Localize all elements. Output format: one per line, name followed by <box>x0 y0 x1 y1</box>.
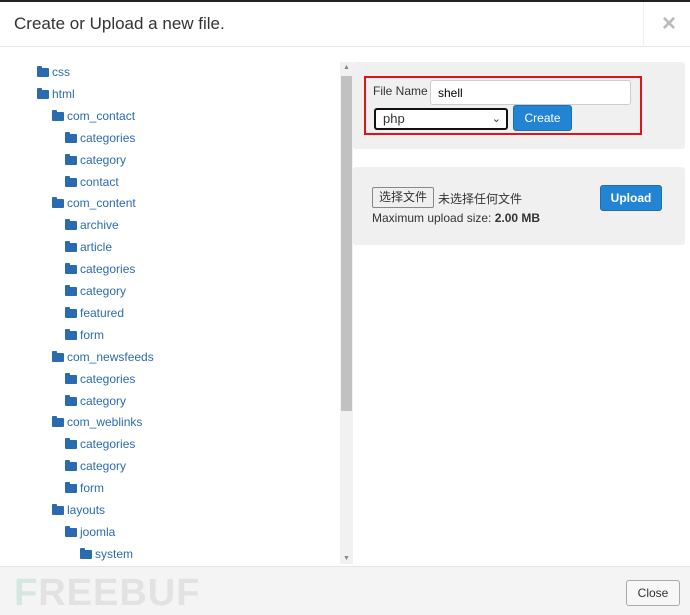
tree-folder-item[interactable]: categories <box>65 436 135 452</box>
max-size-label: Maximum upload size: <box>372 211 492 225</box>
scroll-down-icon[interactable]: ▼ <box>343 555 350 562</box>
folder-label: com_contact <box>67 108 136 123</box>
tree-folder-item[interactable]: category <box>65 152 126 168</box>
folder-label: css <box>52 65 70 79</box>
scroll-thumb[interactable] <box>341 76 352 411</box>
folder-label: system <box>95 546 134 561</box>
tree-folder-item[interactable]: contact <box>65 174 119 190</box>
tree-folder-item[interactable]: categories <box>65 371 135 387</box>
folder-open-icon <box>37 87 49 99</box>
tree-folder-item[interactable]: com_weblinks <box>52 414 142 430</box>
folder-open-icon <box>52 197 64 209</box>
tree-folder-item[interactable]: layouts <box>52 502 105 518</box>
upload-button[interactable]: Upload <box>600 185 662 211</box>
folder-label: categories <box>80 262 136 277</box>
header-divider <box>643 2 644 47</box>
upload-file-panel: 选择文件 未选择任何文件 Maximum upload size: 2.00 M… <box>353 167 685 245</box>
folder-label: featured <box>80 305 125 320</box>
folder-open-icon <box>52 109 64 121</box>
tree-folder-item[interactable]: com_contact <box>52 108 135 124</box>
file-name-input[interactable] <box>430 80 631 105</box>
max-size-value: 2.00 MB <box>494 211 541 225</box>
folder-open-icon <box>37 66 49 77</box>
scroll-up-icon[interactable]: ▲ <box>343 64 350 71</box>
folder-label: form <box>80 327 104 342</box>
tree-folder-item[interactable]: category <box>65 393 126 409</box>
folder-label: contact <box>80 174 119 189</box>
tree-folder-item[interactable]: category <box>65 283 126 299</box>
dialog-footer: FREEBUF Close <box>0 566 690 615</box>
folder-label: article <box>80 240 113 255</box>
folder-open-icon <box>80 547 92 559</box>
folder-open-icon <box>65 306 77 318</box>
folder-open-icon <box>65 482 77 494</box>
tree-folder-item[interactable]: category <box>65 458 126 474</box>
folder-label: category <box>80 152 127 167</box>
folder-open-icon <box>65 438 77 450</box>
tree-folder-item[interactable]: com_content <box>52 195 136 211</box>
folder-open-icon <box>65 372 77 384</box>
close-button[interactable]: Close <box>626 580 680 606</box>
create-button[interactable]: Create <box>513 105 572 131</box>
folder-label: category <box>80 284 127 298</box>
folder-label: layouts <box>67 503 106 517</box>
folder-label: com_content <box>67 196 136 211</box>
folder-open-icon <box>65 219 77 231</box>
no-file-text: 未选择任何文件 <box>438 192 523 206</box>
folder-label: categories <box>80 130 136 145</box>
folder-label: com_weblinks <box>67 415 143 430</box>
tree-folder-item[interactable]: css <box>37 64 70 80</box>
folder-open-icon <box>52 504 64 515</box>
folder-open-icon <box>65 460 77 472</box>
tree-folder-item[interactable]: com_newsfeeds <box>52 349 154 365</box>
create-file-panel: File Name php ⌄ Create <box>353 62 685 149</box>
tree-folder-item[interactable]: form <box>65 480 104 496</box>
file-name-label: File Name <box>373 84 428 98</box>
dialog-header: Create or Upload a new file. × <box>0 2 690 47</box>
folder-open-icon <box>52 416 64 428</box>
tree-folder-item[interactable]: categories <box>65 130 135 146</box>
watermark-logo: FREEBUF <box>14 572 201 614</box>
max-upload-size: Maximum upload size: 2.00 MB <box>372 211 540 225</box>
folder-label: com_newsfeeds <box>67 349 154 364</box>
folder-open-icon <box>65 394 77 406</box>
tree-folder-item[interactable]: article <box>65 239 112 255</box>
folder-label: html <box>52 86 75 101</box>
folder-open-icon <box>65 525 77 537</box>
file-type-select[interactable]: php ⌄ <box>374 108 508 130</box>
tree-folder-item[interactable]: archive <box>65 217 119 233</box>
file-type-value: php <box>383 111 405 126</box>
chevron-down-icon: ⌄ <box>491 113 501 125</box>
folder-open-icon <box>65 285 77 296</box>
folder-label: category <box>80 459 127 474</box>
folder-label: joomla <box>80 524 116 539</box>
folder-label: categories <box>80 437 136 452</box>
folder-tree: css html com_contact categories category cont… <box>0 62 340 564</box>
folder-open-icon <box>65 263 77 275</box>
tree-folder-item[interactable]: joomla <box>65 524 115 540</box>
folder-open-icon <box>52 350 64 362</box>
folder-open-icon <box>65 328 77 340</box>
close-icon[interactable]: × <box>662 10 676 38</box>
tree-folder-item[interactable]: featured <box>65 305 124 321</box>
folder-label: form <box>80 481 104 496</box>
folder-label: archive <box>80 218 119 233</box>
tree-folder-item[interactable]: system <box>80 546 133 562</box>
folder-label: categories <box>80 371 136 386</box>
folder-open-icon <box>65 153 77 165</box>
folder-open-icon <box>65 131 77 143</box>
choose-file-button[interactable]: 选择文件 <box>372 187 435 208</box>
tree-folder-item[interactable]: html <box>37 86 75 102</box>
folder-open-icon <box>65 175 77 187</box>
tree-folder-item[interactable]: form <box>65 327 104 343</box>
dialog-title: Create or Upload a new file. <box>14 14 225 33</box>
folder-open-icon <box>65 241 77 253</box>
folder-label: category <box>80 393 127 408</box>
tree-scrollbar[interactable]: ▲ ▼ <box>340 62 353 564</box>
tree-folder-item[interactable]: categories <box>65 261 135 277</box>
